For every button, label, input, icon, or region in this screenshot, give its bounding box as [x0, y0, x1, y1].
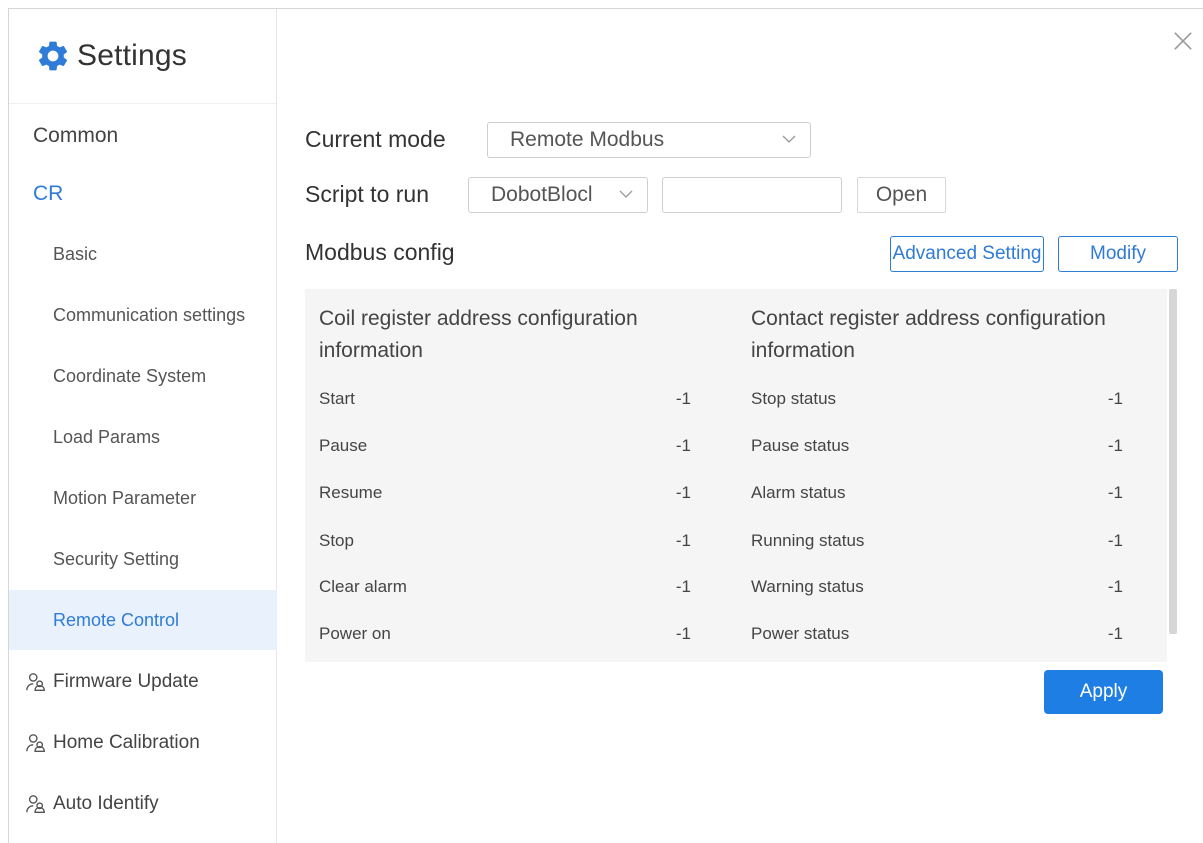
sidebar-item-load-params[interactable]: Load Params [9, 407, 277, 467]
register-value: -1 [675, 483, 691, 502]
register-value: -1 [675, 436, 691, 455]
register-name: Clear alarm [319, 577, 407, 596]
register-name: Stop [319, 531, 354, 550]
sidebar-item-firmware-update[interactable]: Firmware Update [9, 652, 277, 712]
script-select-value: DobotBlocl [491, 183, 593, 206]
contact-register-row: Stop status -1 [751, 384, 1123, 414]
register-name: Running status [751, 531, 865, 550]
contact-register-row: Pause status -1 [751, 431, 1123, 461]
advanced-setting-button[interactable]: Advanced Setting [890, 236, 1044, 272]
users-icon [26, 795, 45, 813]
register-name: Pause status [751, 436, 850, 455]
coil-register-row: Stop -1 [319, 526, 691, 556]
register-value: -1 [1107, 389, 1123, 408]
users-icon [26, 673, 45, 691]
current-mode-select[interactable]: Remote Modbus [487, 122, 811, 158]
sidebar-item-motion-parameter[interactable]: Motion Parameter [9, 468, 277, 528]
gear-icon [38, 41, 68, 71]
sidebar-item-coordinate-system[interactable]: Coordinate System [9, 346, 277, 406]
current-mode-label: Current mode [305, 126, 446, 152]
sidebar-item-label: Firmware Update [53, 671, 199, 692]
sidebar: Settings Common CR Basic Communication s… [9, 9, 277, 843]
register-value: -1 [1107, 436, 1123, 455]
register-name: Pause [319, 436, 368, 455]
register-value: -1 [1107, 483, 1123, 502]
sidebar-item-label: Auto Identify [53, 793, 159, 814]
settings-window: Settings Common CR Basic Communication s… [8, 8, 1203, 843]
register-value: -1 [1107, 624, 1123, 643]
script-to-run-label: Script to run [305, 181, 429, 207]
current-mode-value: Remote Modbus [510, 128, 665, 151]
open-button[interactable]: Open [857, 177, 946, 213]
sidebar-item-communication-settings[interactable]: Communication settings [9, 285, 277, 345]
sidebar-item-remote-control[interactable]: Remote Control [9, 590, 277, 650]
coil-register-row: Pause -1 [319, 431, 691, 461]
contact-register-row: Warning status -1 [751, 572, 1123, 602]
sidebar-item-label: Home Calibration [53, 732, 200, 753]
register-value: -1 [675, 577, 691, 596]
register-name: Stop status [751, 389, 837, 408]
register-value: -1 [675, 531, 691, 550]
sidebar-item-basic[interactable]: Basic [9, 224, 277, 284]
register-name: Resume [319, 483, 383, 502]
contact-register-header: Contact register address configuration i… [751, 307, 1106, 362]
register-value: -1 [675, 389, 691, 408]
coil-register-row: Power on -1 [319, 619, 691, 649]
sidebar-item-cr[interactable]: CR [9, 164, 277, 224]
sidebar-item-home-calibration[interactable]: Home Calibration [9, 713, 277, 773]
modbus-config-title: Modbus config [305, 239, 455, 265]
chevron-down-icon [619, 190, 633, 198]
coil-register-row: Resume -1 [319, 478, 691, 508]
contact-register-row: Running status -1 [751, 526, 1123, 556]
register-name: Alarm status [751, 483, 846, 502]
script-select[interactable]: DobotBlocl [468, 177, 648, 213]
sidebar-item-common[interactable]: Common [9, 106, 277, 166]
register-name: Power status [751, 624, 850, 643]
register-name: Power on [319, 624, 391, 643]
coil-register-row: Clear alarm -1 [319, 572, 691, 602]
register-name: Warning status [751, 577, 864, 596]
panel-scrollbar[interactable] [1169, 289, 1177, 634]
coil-register-row: Start -1 [319, 384, 691, 414]
coil-register-header: Coil register address configuration info… [319, 307, 638, 362]
register-value: -1 [1107, 531, 1123, 550]
register-value: -1 [675, 624, 691, 643]
contact-register-row: Power status -1 [751, 619, 1123, 649]
register-name: Start [319, 389, 355, 408]
register-value: -1 [1107, 577, 1123, 596]
apply-button[interactable]: Apply [1044, 670, 1163, 714]
close-icon[interactable] [1169, 27, 1197, 55]
script-path-input[interactable] [662, 177, 842, 213]
sidebar-item-security-setting[interactable]: Security Setting [9, 529, 277, 589]
sidebar-item-auto-identify[interactable]: Auto Identify [9, 774, 277, 834]
modify-button[interactable]: Modify [1058, 236, 1178, 272]
users-icon [26, 734, 45, 752]
contact-register-row: Alarm status -1 [751, 478, 1123, 508]
window-title: Settings [77, 39, 187, 72]
chevron-down-icon [782, 135, 796, 143]
brand-header: Settings [9, 9, 276, 104]
